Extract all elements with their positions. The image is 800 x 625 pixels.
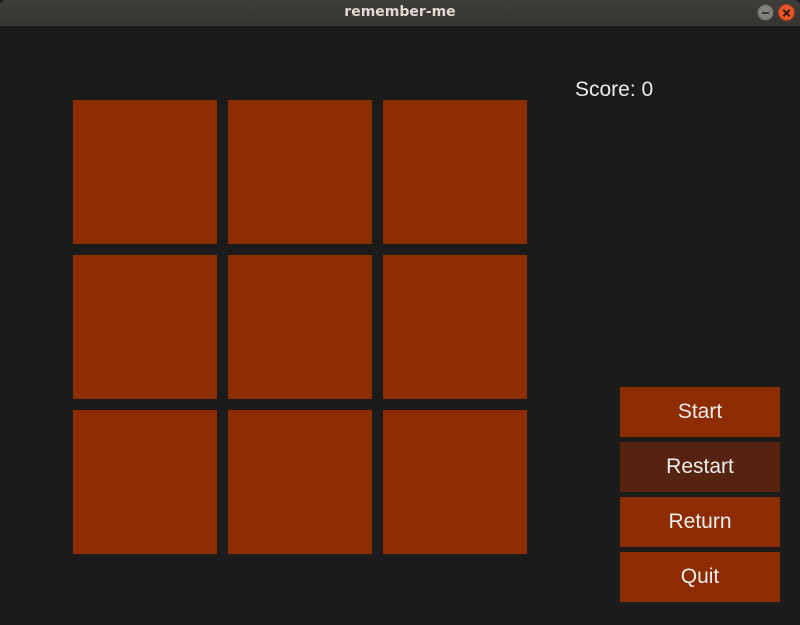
quit-button[interactable]: Quit (620, 552, 780, 602)
return-button[interactable]: Return (620, 497, 780, 547)
tile-6[interactable] (383, 255, 527, 399)
close-icon[interactable] (778, 4, 795, 21)
start-button[interactable]: Start (620, 387, 780, 437)
tile-7[interactable] (73, 410, 217, 554)
score-label: Score: 0 (575, 78, 654, 101)
tile-8[interactable] (228, 410, 372, 554)
tile-5[interactable] (228, 255, 372, 399)
restart-button[interactable]: Restart (620, 442, 780, 492)
memory-grid (73, 100, 527, 554)
minimize-icon[interactable] (757, 4, 774, 21)
title-bar[interactable]: remember-me (0, 0, 800, 26)
window-title: remember-me (344, 4, 456, 20)
tile-4[interactable] (73, 255, 217, 399)
tile-9[interactable] (383, 410, 527, 554)
tile-1[interactable] (73, 100, 217, 244)
game-menu: Start Restart Return Quit (620, 387, 780, 607)
tile-2[interactable] (228, 100, 372, 244)
app-window: remember-me Score: 0 Start Restart Retur… (0, 0, 800, 625)
tile-3[interactable] (383, 100, 527, 244)
